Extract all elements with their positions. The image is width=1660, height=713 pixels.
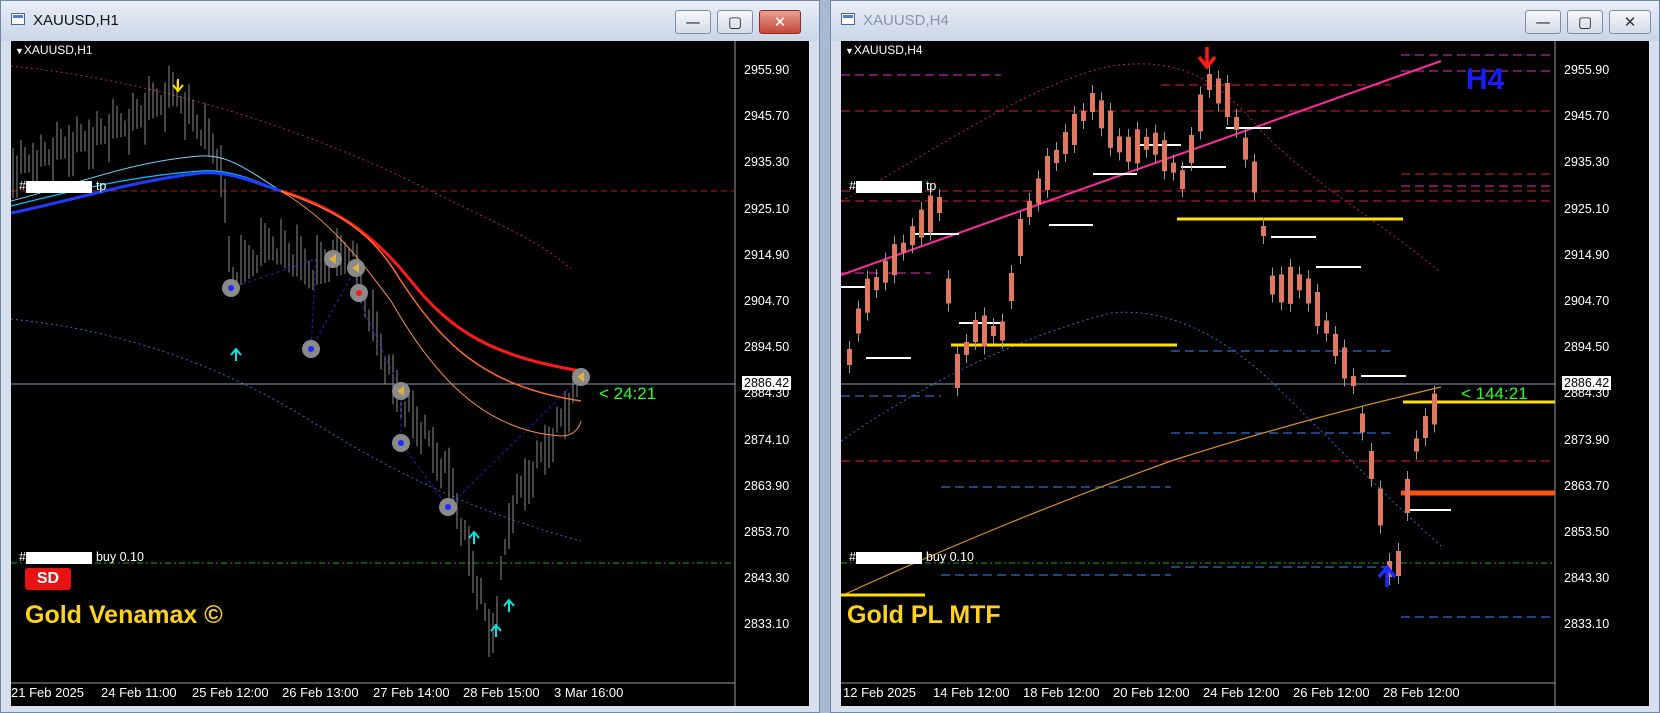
price-tick-label: 2904.70 <box>1564 294 1610 308</box>
masked-order-id <box>25 180 92 193</box>
date-tick-label: 12 Feb 2025 <box>843 685 917 700</box>
upper-envelope-line <box>11 65 572 270</box>
price-tick-label: 2935.30 <box>1564 155 1610 170</box>
masked-order-id <box>25 551 92 564</box>
date-tick-label: 24 Feb 12:00 <box>1203 685 1280 700</box>
pivot-levels <box>841 54 1551 618</box>
price-tick-label: 2914.90 <box>744 247 790 262</box>
price-tick-label: 2874.10 <box>744 432 790 447</box>
minimize-button[interactable]: — <box>1525 10 1561 34</box>
date-tick-label: 24 Feb 11:00 <box>101 685 177 700</box>
maximize-button[interactable]: ▢ <box>717 10 753 34</box>
current-price-tag: 2886.42 <box>1562 376 1612 390</box>
order-tp-tag[interactable]: # tp <box>19 179 106 193</box>
chart-canvas[interactable]: XAUUSD,H1 2955.90 2945.70 2935.30 2925.10 29… <box>11 41 809 706</box>
chart-window-h1[interactable]: XAUUSD,H1 — ▢ ✕ ▼ XAUUSD,H1 2955.90 2945… <box>0 0 820 713</box>
price-tick-label: 2955.90 <box>744 63 790 77</box>
price-tick-label: 2833.10 <box>744 617 790 632</box>
arrow-markers <box>172 79 515 637</box>
close-button[interactable]: ✕ <box>759 10 801 34</box>
candles-h1 <box>12 65 578 657</box>
date-tick-label: 28 Feb 12:00 <box>1383 685 1460 700</box>
price-tick-label: 2955.90 <box>1564 63 1610 77</box>
price-tick-label: 2853.70 <box>744 525 790 539</box>
price-tick-label: 2945.70 <box>744 109 790 124</box>
date-tick-label: 26 Feb 12:00 <box>1293 685 1370 700</box>
price-tick-label: 2935.30 <box>744 155 790 170</box>
masked-order-id <box>855 551 922 564</box>
price-tick-label: 2863.90 <box>744 478 790 493</box>
date-tick-label: 27 Feb 14:00 <box>373 685 450 700</box>
current-price-tag: 2886.42 <box>742 376 792 390</box>
price-tick-label: 2843.30 <box>744 571 790 586</box>
ma-orange-line <box>280 190 582 402</box>
price-tick-label: 2833.10 <box>1564 617 1610 632</box>
order-tp-tag[interactable]: # tp <box>849 179 936 193</box>
price-tick-label: 2925.10 <box>744 201 790 216</box>
lower-envelope-line <box>841 311 1442 547</box>
price-tick-label: 2853.50 <box>1564 525 1610 539</box>
window-title: XAUUSD,H4 <box>863 12 949 29</box>
price-tick-label: 2894.50 <box>744 340 790 355</box>
indicator-brand: Gold PL MTF <box>847 601 1001 629</box>
chart-window-icon <box>841 13 855 25</box>
date-tick-label: 28 Feb 15:00 <box>463 685 540 700</box>
order-buy-tag[interactable]: # buy 0.10 <box>849 550 974 564</box>
ma-orange-line <box>841 386 1442 597</box>
price-tick-label: 2894.50 <box>1564 340 1610 355</box>
chart-canvas[interactable]: XAUUSD,H4 2955.90 2945.70 2935.30 2925.10 29… <box>841 41 1649 706</box>
masked-order-id <box>855 180 922 193</box>
candles-h4 <box>847 66 1437 585</box>
date-tick-label: 3 Mar 16:00 <box>554 685 624 700</box>
ema-red-line <box>280 189 582 373</box>
price-tick-label: 2914.90 <box>1564 247 1610 262</box>
maximize-button[interactable]: ▢ <box>1567 10 1603 34</box>
timeframe-label: H4 <box>1466 63 1505 96</box>
candle-timer: < 144:21 <box>1461 384 1528 403</box>
chart-symbol-label: XAUUSD,H1 <box>15 43 93 57</box>
price-tick-label: 2904.70 <box>744 294 790 308</box>
lower-envelope-line <box>11 318 582 542</box>
price-tick-label: 2863.70 <box>1564 478 1610 493</box>
date-tick-label: 21 Feb 2025 <box>11 685 85 700</box>
title-bar[interactable]: XAUUSD,H4 — ▢ ✕ <box>831 1 1659 41</box>
indicator-brand: Gold Venamax © <box>25 601 223 629</box>
pink-trend-line <box>841 60 1442 276</box>
date-tick-label: 20 Feb 12:00 <box>1113 685 1190 700</box>
order-buy-tag[interactable]: # buy 0.10 <box>19 550 144 564</box>
date-tick-label: 14 Feb 12:00 <box>933 685 1010 700</box>
chart-window-icon <box>11 13 25 25</box>
ma-thin-orange-line <box>280 190 582 437</box>
signal-markers <box>222 250 590 516</box>
date-tick-label: 26 Feb 13:00 <box>282 685 359 700</box>
date-tick-label: 25 Feb 12:00 <box>192 685 269 700</box>
price-tick-label: 2945.70 <box>1564 109 1610 124</box>
title-bar[interactable]: XAUUSD,H1 — ▢ ✕ <box>1 1 819 41</box>
price-tick-label: 2873.90 <box>1564 432 1610 447</box>
price-tick-label: 2925.10 <box>1564 201 1610 216</box>
sd-badge[interactable]: SD <box>25 568 71 590</box>
chart-symbol-label: XAUUSD,H4 <box>845 43 923 57</box>
price-tick-label: 2843.30 <box>1564 571 1610 586</box>
candle-timer: < 24:21 <box>599 384 657 403</box>
close-button[interactable]: ✕ <box>1609 10 1651 34</box>
minimize-button[interactable]: — <box>675 10 711 34</box>
chart-window-h4[interactable]: XAUUSD,H4 — ▢ ✕ ▼ XAUUSD,H4 2955.90 2945… <box>830 0 1660 713</box>
date-tick-label: 18 Feb 12:00 <box>1023 685 1100 700</box>
window-title: XAUUSD,H1 <box>33 12 119 29</box>
